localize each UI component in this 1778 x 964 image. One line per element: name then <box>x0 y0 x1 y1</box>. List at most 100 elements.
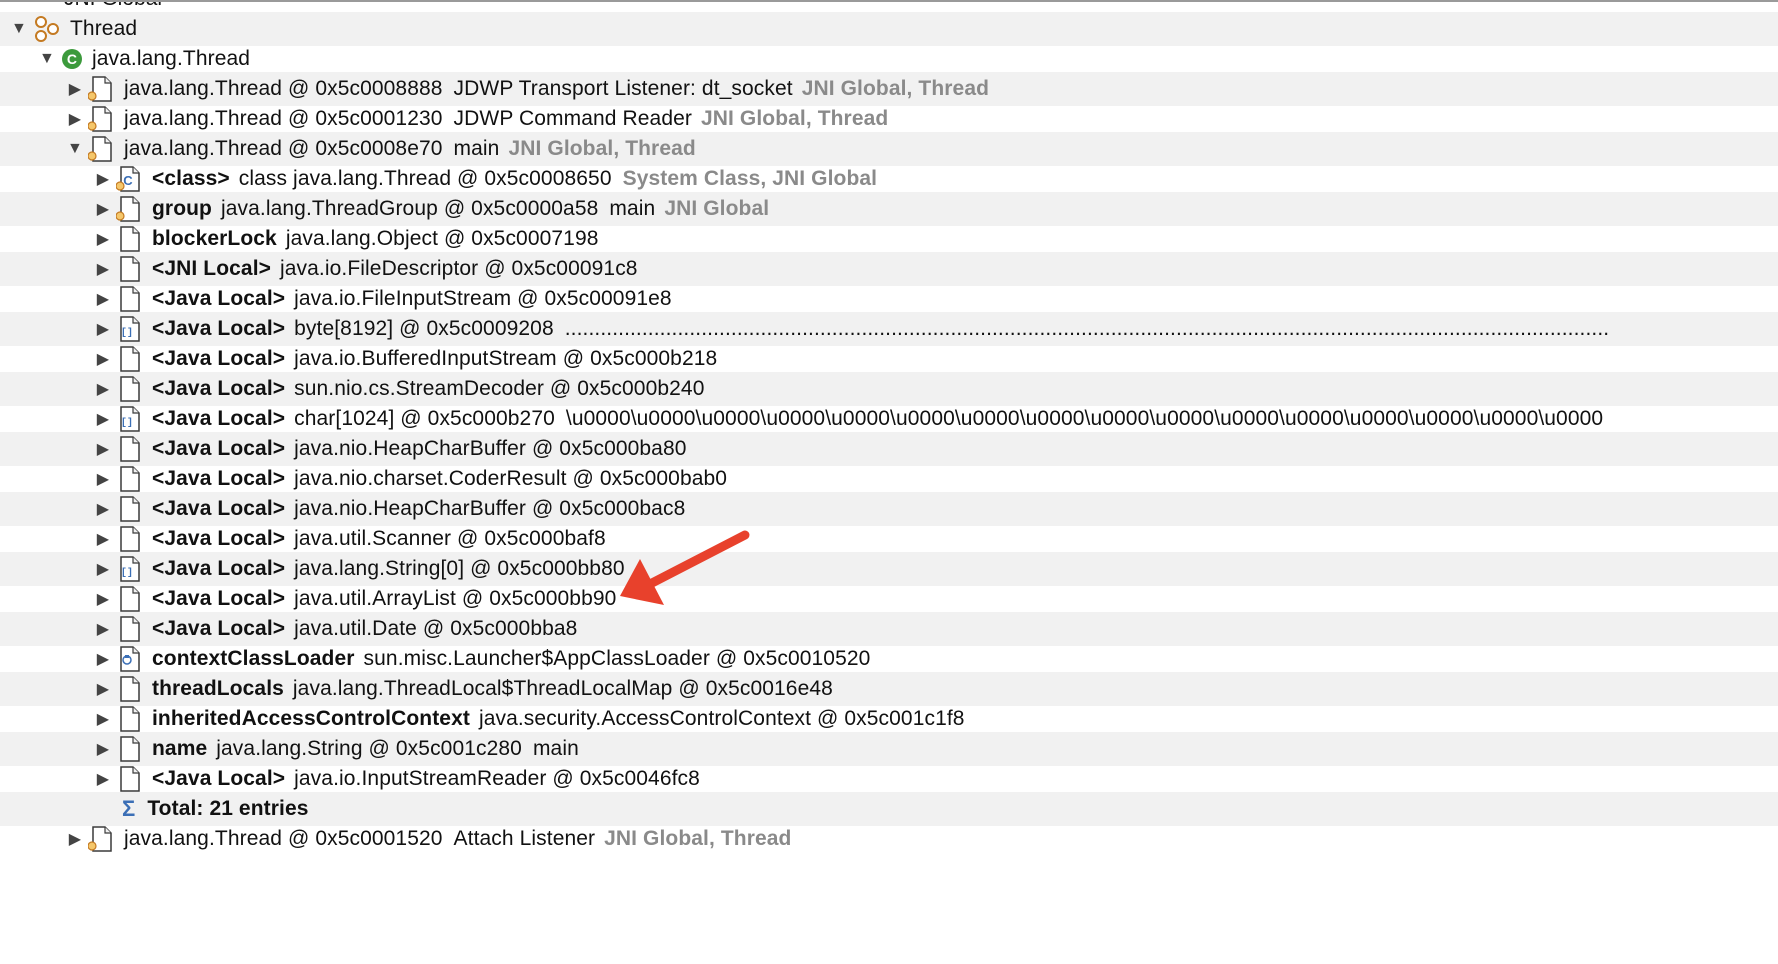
object-icon <box>116 615 144 643</box>
field-name: <Java Local> <box>152 437 286 460</box>
thread-object-row[interactable]: ▶ java.lang.Thread @ 0x5c0001230 JDWP Comm… <box>0 102 1778 136</box>
total-entries-label: Total: 21 entries <box>147 797 309 820</box>
class-object-icon: C <box>116 165 144 193</box>
collapsed-twisty-icon[interactable]: ▶ <box>94 200 112 218</box>
reference-row[interactable]: ▶ blockerLock java.lang.Object @ 0x5c00071… <box>0 222 1778 256</box>
collapsed-twisty-icon[interactable]: ▶ <box>94 230 112 248</box>
object-label: byte[8192] @ 0x5c0009208 <box>294 317 554 340</box>
thread-class-row[interactable]: ▼ Cjava.lang.Thread <box>0 42 1778 76</box>
field-name: name <box>152 737 208 760</box>
collapsed-twisty-icon[interactable]: ▶ <box>94 320 112 338</box>
object-label: java.lang.ThreadGroup @ 0x5c0000a58 <box>220 197 599 220</box>
reference-row[interactable]: ▶ C <class> class java.lang.Thread @ 0x5c00… <box>0 162 1778 196</box>
object-icon <box>116 735 144 763</box>
reference-row[interactable]: ▶ <Java Local> java.util.ArrayList @ 0x5c0… <box>0 582 1778 616</box>
field-name: <Java Local> <box>152 557 286 580</box>
reference-row[interactable]: ▶ name java.lang.String @ 0x5c001c280 main <box>0 732 1778 766</box>
object-label: java.util.Scanner @ 0x5c000baf8 <box>294 527 606 550</box>
gc-root-tags: JNI Global <box>664 197 770 220</box>
object-label: sun.nio.cs.StreamDecoder @ 0x5c000b240 <box>294 377 705 400</box>
object-icon <box>116 255 144 283</box>
svg-text:C: C <box>123 173 133 188</box>
reference-row[interactable]: ▶ <Java Local> java.nio.HeapCharBuffer @ 0… <box>0 432 1778 466</box>
gc-root-tags: JNI Global, Thread <box>604 827 792 850</box>
collapsed-twisty-icon[interactable]: ▶ <box>94 470 112 488</box>
gc-roots-category-icon <box>32 16 62 42</box>
collapsed-twisty-icon[interactable]: ▶ <box>94 380 112 398</box>
collapsed-twisty-icon[interactable]: ▶ <box>66 830 84 848</box>
gc-root-object-icon <box>88 75 116 103</box>
object-value: main <box>532 737 579 760</box>
expanded-twisty-icon[interactable]: ▼ <box>66 140 84 158</box>
reference-row[interactable]: ▶ <Java Local> java.io.BufferedInputStream… <box>0 342 1778 376</box>
object-value: main <box>453 137 500 160</box>
collapsed-twisty-icon[interactable]: ▶ <box>66 80 84 98</box>
collapsed-twisty-icon[interactable]: ▶ <box>94 260 112 278</box>
object-icon <box>116 225 144 253</box>
reference-row[interactable]: ▶ contextClassLoader sun.misc.Launcher$App… <box>0 642 1778 676</box>
collapsed-twisty-icon[interactable]: ▶ <box>66 110 84 128</box>
object-icon <box>116 285 144 313</box>
field-name: <Java Local> <box>152 317 286 340</box>
reference-row[interactable]: ▶ <Java Local> java.io.FileInputStream @ 0… <box>0 282 1778 316</box>
object-label: java.io.FileDescriptor @ 0x5c00091c8 <box>280 257 638 280</box>
field-name: <Java Local> <box>152 407 286 430</box>
tree-top-border <box>0 0 1778 2</box>
no-twisty <box>94 800 112 818</box>
object-label: java.nio.HeapCharBuffer @ 0x5c000bac8 <box>294 497 686 520</box>
reference-row[interactable]: ▶ <Java Local> sun.nio.cs.StreamDecoder @ … <box>0 372 1778 406</box>
collapsed-twisty-icon[interactable]: ▶ <box>94 350 112 368</box>
collapsed-twisty-icon[interactable]: ▶ <box>94 440 112 458</box>
reference-row[interactable]: ▶ group java.lang.ThreadGroup @ 0x5c0000a5… <box>0 192 1778 226</box>
collapsed-twisty-icon[interactable]: ▶ <box>94 740 112 758</box>
reference-row[interactable]: ▶ <Java Local> java.io.InputStreamReader @… <box>0 762 1778 796</box>
object-label: java.lang.String[0] @ 0x5c000bb80 <box>294 557 625 580</box>
collapsed-twisty-icon[interactable]: ▶ <box>94 770 112 788</box>
total-row[interactable]: Σ Total: 21 entries <box>0 792 1778 826</box>
thread-object-row[interactable]: ▶ java.lang.Thread @ 0x5c0008888 JDWP Tran… <box>0 72 1778 106</box>
object-icon <box>116 765 144 793</box>
collapsed-twisty-icon[interactable]: ▶ <box>94 170 112 188</box>
reference-row[interactable]: ▶ <Java Local> java.nio.charset.CoderResul… <box>0 462 1778 496</box>
object-icon <box>116 345 144 373</box>
reference-row[interactable]: ▶ [] <Java Local> java.lang.String[0] @ 0x5… <box>0 552 1778 586</box>
collapsed-twisty-icon[interactable]: ▶ <box>94 500 112 518</box>
object-label: java.lang.Object @ 0x5c0007198 <box>285 227 599 250</box>
collapsed-twisty-icon[interactable]: ▶ <box>94 290 112 308</box>
expanded-twisty-icon[interactable]: ▼ <box>38 50 56 68</box>
reference-row[interactable]: ▶ <Java Local> java.nio.HeapCharBuffer @ 0… <box>0 492 1778 526</box>
collapsed-twisty-icon[interactable]: ▶ <box>94 710 112 728</box>
object-label: java.security.AccessControlContext @ 0x5… <box>478 707 965 730</box>
reference-row[interactable]: ▶ [] <Java Local> byte[8192] @ 0x5c0009208.… <box>0 312 1778 346</box>
collapsed-twisty-icon[interactable]: ▶ <box>94 560 112 578</box>
reference-row[interactable]: ▶ inheritedAccessControlContext java.secur… <box>0 702 1778 736</box>
thread-object-row[interactable]: ▶ java.lang.Thread @ 0x5c0001520 Attach Li… <box>0 822 1778 856</box>
reference-row[interactable]: ▶ [] <Java Local> char[1024] @ 0x5c000b270 \… <box>0 402 1778 436</box>
collapsed-twisty-icon[interactable]: ▶ <box>94 590 112 608</box>
field-name: <Java Local> <box>152 347 286 370</box>
collapsed-twisty-icon[interactable]: ▶ <box>94 680 112 698</box>
object-value: \u0000\u0000\u0000\u0000\u0000\u0000\u00… <box>565 407 1604 430</box>
reference-row[interactable]: ▶ <JNI Local> java.io.FileDescriptor @ 0x5… <box>0 252 1778 286</box>
array-icon: [] <box>116 555 144 583</box>
thread-category-row[interactable]: ▼ Thread <box>0 12 1778 46</box>
field-name: contextClassLoader <box>152 647 355 670</box>
thread-object-row[interactable]: ▼ java.lang.Thread @ 0x5c0008e70 main JNI G… <box>0 132 1778 166</box>
collapsed-twisty-icon[interactable]: ▶ <box>94 620 112 638</box>
expanded-twisty-icon[interactable]: ▼ <box>10 20 28 38</box>
collapsed-twisty-icon[interactable]: ▶ <box>94 650 112 668</box>
reference-row[interactable]: ▶ <Java Local> java.util.Scanner @ 0x5c000… <box>0 522 1778 556</box>
collapsed-twisty-icon[interactable]: ▶ <box>94 530 112 548</box>
object-icon <box>116 435 144 463</box>
object-value: main <box>609 197 656 220</box>
object-label: java.nio.charset.CoderResult @ 0x5c000ba… <box>294 467 728 490</box>
collapsed-twisty-icon[interactable]: ▶ <box>94 410 112 428</box>
object-value: ........................................… <box>564 317 1610 340</box>
object-label: java.lang.ThreadLocal$ThreadLocalMap @ 0… <box>292 677 833 700</box>
reference-row[interactable]: ▶ <Java Local> java.util.Date @ 0x5c000bba… <box>0 612 1778 646</box>
object-label: java.util.Date @ 0x5c000bba8 <box>294 617 578 640</box>
reference-row[interactable]: ▶ threadLocals java.lang.ThreadLocal$Threa… <box>0 672 1778 706</box>
field-name: inheritedAccessControlContext <box>152 707 470 730</box>
gc-root-tags: JNI Global, Thread <box>801 77 990 100</box>
object-icon <box>116 675 144 703</box>
